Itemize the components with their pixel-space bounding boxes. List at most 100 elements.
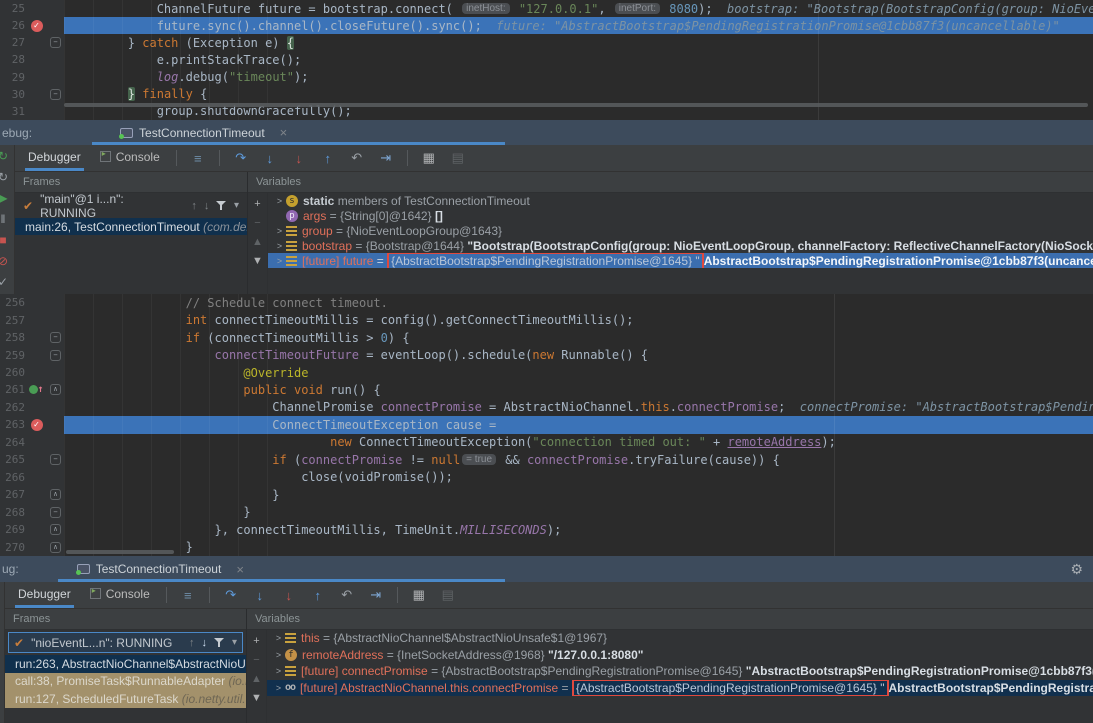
- editor-gutter[interactable]: 264: [0, 434, 64, 451]
- move-watch-down-button[interactable]: ▼: [252, 255, 263, 267]
- editor-gutter[interactable]: 262: [0, 399, 64, 416]
- thread-dropdown-icon[interactable]: ▾: [234, 200, 239, 211]
- force-step-into-icon[interactable]: ↓: [291, 151, 307, 166]
- expand-arrow-icon[interactable]: >: [272, 650, 285, 660]
- close-tab-icon[interactable]: ×: [236, 562, 244, 577]
- editor-gutter[interactable]: 31: [0, 103, 64, 120]
- editor-gutter[interactable]: 29: [0, 69, 64, 86]
- run-to-cursor-icon[interactable]: ⇥: [368, 587, 384, 603]
- layout-settings-icon[interactable]: ▤: [450, 150, 466, 166]
- editor-gutter[interactable]: 257: [0, 311, 64, 328]
- expand-arrow-icon[interactable]: >: [273, 226, 286, 236]
- editor-gutter[interactable]: 263✓: [0, 416, 64, 433]
- editor-gutter[interactable]: 265−: [0, 451, 64, 468]
- evaluate-expression-icon[interactable]: ▦: [421, 150, 437, 166]
- fold-marker[interactable]: −: [50, 332, 61, 343]
- expand-arrow-icon[interactable]: >: [272, 666, 285, 676]
- override-marker-icon[interactable]: ↑: [27, 384, 46, 395]
- editor-gutter[interactable]: 28: [0, 51, 64, 68]
- editor-gutter[interactable]: 266: [0, 469, 64, 486]
- editor-hscrollbar[interactable]: [64, 103, 1088, 107]
- editor-gutter[interactable]: 270∧: [0, 538, 64, 555]
- move-watch-down-button[interactable]: ▼: [251, 692, 262, 704]
- variable-row[interactable]: >[future] connectPromise = {AbstractBoot…: [267, 663, 1093, 680]
- fold-marker[interactable]: ∧: [50, 384, 61, 395]
- editor-gutter[interactable]: 260: [0, 364, 64, 381]
- remove-watch-button[interactable]: −: [253, 654, 259, 666]
- editor-gutter[interactable]: 26✓: [0, 17, 64, 34]
- thread-selector[interactable]: ✔"nioEventL...n": RUNNING↑↓▾: [8, 632, 243, 653]
- editor-gutter[interactable]: 269∧: [0, 521, 64, 538]
- expand-arrow-icon[interactable]: >: [273, 241, 286, 251]
- tab-console[interactable]: Console: [97, 145, 163, 171]
- variable-row[interactable]: >fremoteAddress = {InetSocketAddress@196…: [267, 647, 1093, 664]
- debug-session-tab[interactable]: TestConnectionTimeout×: [77, 562, 244, 577]
- step-out-icon[interactable]: ↑: [320, 151, 336, 166]
- expand-arrow-icon[interactable]: >: [273, 256, 286, 266]
- editor-gutter[interactable]: 256: [0, 294, 64, 311]
- step-over-icon[interactable]: ↷: [223, 587, 239, 603]
- fold-marker[interactable]: ∧: [50, 542, 61, 553]
- variable-row[interactable]: >sstatic members of TestConnectionTimeou…: [268, 193, 1093, 208]
- variable-row[interactable]: >[future] future = {AbstractBootstrap$Pe…: [268, 253, 1093, 268]
- close-tab-icon[interactable]: ×: [280, 125, 288, 140]
- editor-gutter[interactable]: 259−: [0, 346, 64, 363]
- restore-layout-icon[interactable]: ≡: [190, 151, 206, 166]
- expand-arrow-icon[interactable]: >: [272, 683, 285, 693]
- editor-gutter[interactable]: 267∧: [0, 486, 64, 503]
- remove-watch-button[interactable]: −: [254, 217, 260, 229]
- stack-frame-row[interactable]: main:26, TestConnectionTimeout (com.demo…: [15, 218, 247, 235]
- stack-frame-row[interactable]: run:263, AbstractNioChannel$AbstractNioU…: [5, 655, 246, 673]
- fold-marker[interactable]: −: [50, 350, 61, 361]
- resume-button[interactable]: ▶: [0, 191, 12, 205]
- debug-session-tab[interactable]: TestConnectionTimeout×: [120, 125, 287, 140]
- tab-debugger[interactable]: Debugger: [25, 145, 84, 171]
- fold-marker[interactable]: −: [50, 37, 61, 48]
- move-watch-up-button[interactable]: ▲: [251, 673, 262, 685]
- prev-occurrence-icon[interactable]: ↑: [189, 637, 195, 649]
- filter-frames-icon[interactable]: [214, 637, 225, 648]
- editor-gutter[interactable]: 268−: [0, 503, 64, 520]
- view-breakpoints-button[interactable]: ✓: [0, 275, 12, 289]
- variable-row[interactable]: >this = {AbstractNioChannel$AbstractNioU…: [267, 630, 1093, 647]
- move-watch-up-button[interactable]: ▲: [252, 236, 263, 248]
- step-over-icon[interactable]: ↷: [233, 150, 249, 166]
- variable-row[interactable]: >bootstrap = {Bootstrap@1644} "Bootstrap…: [268, 238, 1093, 253]
- tab-console[interactable]: Console: [87, 582, 153, 608]
- drop-frame-icon[interactable]: ↶: [349, 150, 365, 166]
- breakpoint-verified-icon[interactable]: ✓: [27, 419, 46, 431]
- expand-arrow-icon[interactable]: >: [273, 196, 286, 206]
- step-out-icon[interactable]: ↑: [310, 588, 326, 603]
- evaluate-expression-icon[interactable]: ▦: [411, 587, 427, 603]
- stack-frame-row[interactable]: call:38, PromiseTask$RunnableAdapter (io…: [5, 673, 246, 691]
- stack-frame-row[interactable]: run:127, ScheduledFutureTask (io.netty.u…: [5, 690, 246, 708]
- thread-selector[interactable]: ✔"main"@1 i...n": RUNNING↑↓▾: [18, 195, 244, 216]
- mute-breakpoints-button[interactable]: ⊘: [0, 254, 12, 268]
- fold-marker[interactable]: −: [50, 89, 61, 100]
- variable-row[interactable]: >group = {NioEventLoopGroup@1643}: [268, 223, 1093, 238]
- tab-debugger[interactable]: Debugger: [15, 582, 74, 608]
- drop-frame-icon[interactable]: ↶: [339, 587, 355, 603]
- step-into-icon[interactable]: ↓: [262, 151, 278, 166]
- layout-settings-icon[interactable]: ▤: [440, 587, 456, 603]
- rerun-button[interactable]: ↻: [0, 149, 12, 163]
- add-watch-button[interactable]: +: [254, 198, 260, 210]
- editor-hscrollbar[interactable]: [66, 550, 174, 554]
- thread-dropdown-icon[interactable]: ▾: [232, 637, 237, 648]
- restore-layout-icon[interactable]: ≡: [180, 588, 196, 603]
- fold-marker[interactable]: −: [50, 507, 61, 518]
- step-into-icon[interactable]: ↓: [252, 588, 268, 603]
- pause-button[interactable]: ‖: [0, 212, 12, 226]
- editor-gutter[interactable]: 25: [0, 0, 64, 17]
- expand-arrow-icon[interactable]: >: [272, 633, 285, 643]
- run-to-cursor-icon[interactable]: ⇥: [378, 150, 394, 166]
- next-occurrence-icon[interactable]: ↓: [204, 200, 210, 212]
- add-watch-button[interactable]: +: [253, 635, 259, 647]
- fold-marker[interactable]: ∧: [50, 489, 61, 500]
- breakpoint-verified-icon[interactable]: ✓: [27, 20, 46, 32]
- prev-occurrence-icon[interactable]: ↑: [191, 200, 197, 212]
- settings-gear-icon[interactable]: ⚙: [1070, 561, 1083, 578]
- variable-row[interactable]: >oo[future] AbstractNioChannel.this.conn…: [267, 680, 1093, 697]
- fold-marker[interactable]: −: [50, 454, 61, 465]
- stop-button[interactable]: ■: [0, 233, 12, 247]
